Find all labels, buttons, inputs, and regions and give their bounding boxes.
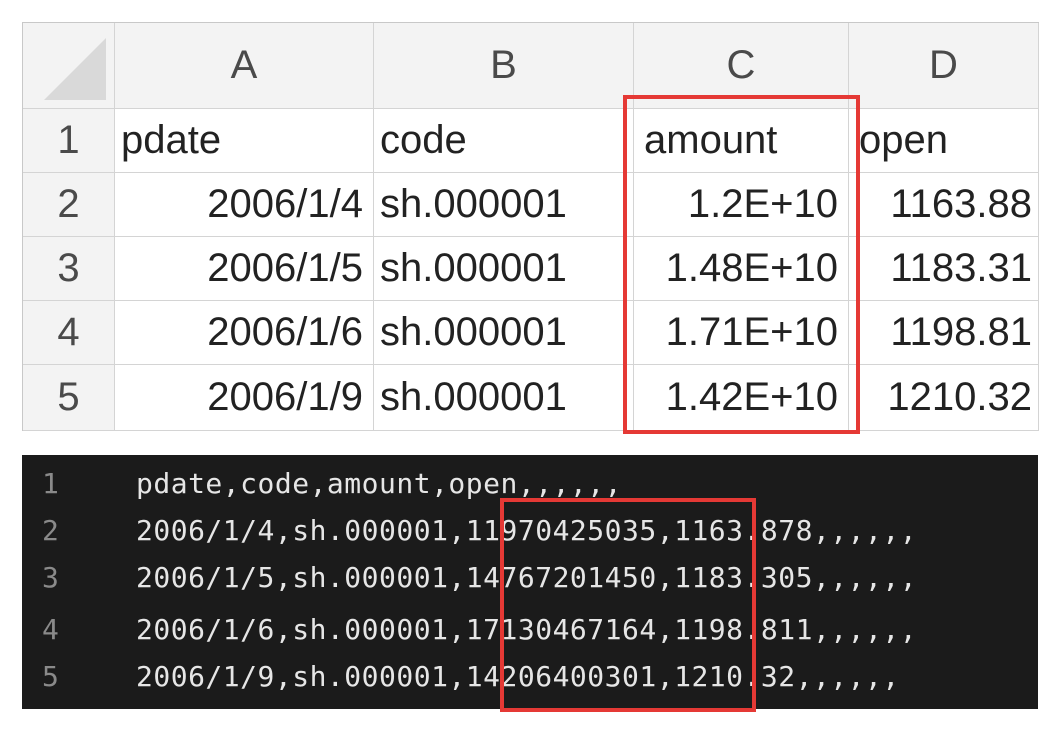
cell-b5[interactable]: sh.000001: [374, 365, 634, 431]
spreadsheet-grid: A B C D 1 pdate code amount open 2 2006/…: [22, 22, 1039, 431]
column-header-a[interactable]: A: [115, 23, 374, 109]
cell-d5[interactable]: 1210.32: [849, 365, 1039, 431]
line-number: 3: [42, 560, 60, 594]
row-header-4[interactable]: 4: [23, 301, 115, 365]
line-number: 1: [42, 466, 60, 500]
cell-b4[interactable]: sh.000001: [374, 301, 634, 365]
cell-b2[interactable]: sh.000001: [374, 173, 634, 237]
cell-d1[interactable]: open: [849, 109, 1039, 173]
row-header-5[interactable]: 5: [23, 365, 115, 431]
row-header-2[interactable]: 2: [23, 173, 115, 237]
column-header-b[interactable]: B: [374, 23, 634, 109]
cell-a2[interactable]: 2006/1/4: [115, 173, 374, 237]
row-header-1[interactable]: 1: [23, 109, 115, 173]
select-all-corner[interactable]: [23, 23, 115, 109]
cell-a4[interactable]: 2006/1/6: [115, 301, 374, 365]
cell-b3[interactable]: sh.000001: [374, 237, 634, 301]
row-header-3[interactable]: 3: [23, 237, 115, 301]
cell-d4[interactable]: 1198.81: [849, 301, 1039, 365]
amount-values-highlight: [500, 498, 756, 712]
cell-d3[interactable]: 1183.31: [849, 237, 1039, 301]
cell-a1[interactable]: pdate: [115, 109, 374, 173]
select-all-triangle-icon: [44, 38, 106, 100]
cell-a5[interactable]: 2006/1/9: [115, 365, 374, 431]
cell-a3[interactable]: 2006/1/5: [115, 237, 374, 301]
line-text[interactable]: pdate,code,amount,open,,,,,,: [136, 467, 622, 500]
line-number: 4: [42, 612, 60, 646]
cell-b1[interactable]: code: [374, 109, 634, 173]
amount-column-highlight: [623, 95, 860, 434]
line-number: 2: [42, 513, 60, 547]
cell-d2[interactable]: 1163.88: [849, 173, 1039, 237]
column-header-d[interactable]: D: [849, 23, 1039, 109]
line-number: 5: [42, 659, 60, 693]
